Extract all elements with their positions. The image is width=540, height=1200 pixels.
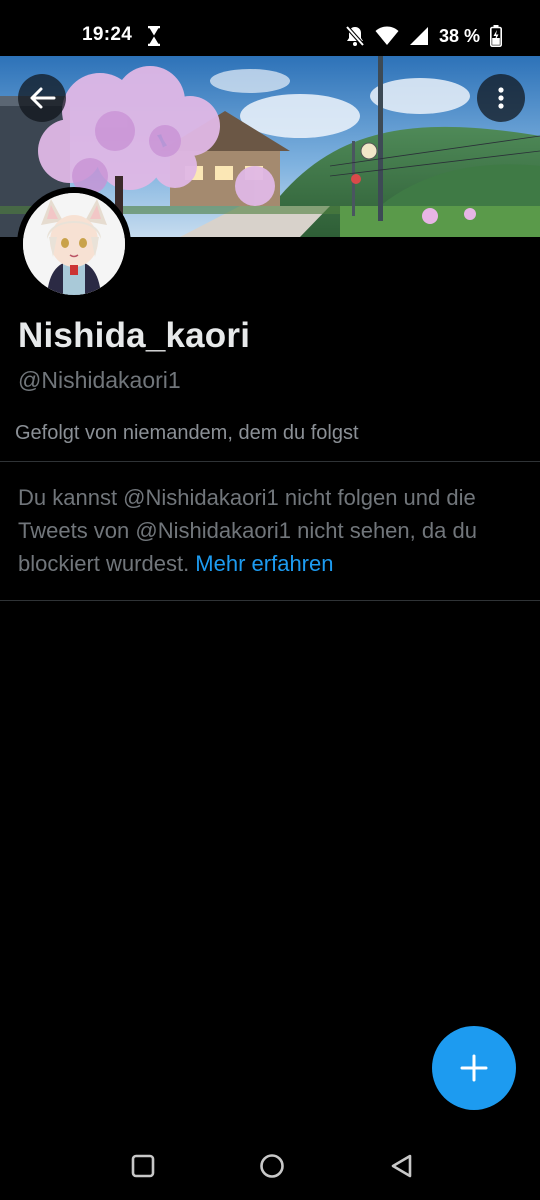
battery-percentage: 38 %: [438, 25, 480, 46]
learn-more-link[interactable]: Mehr erfahren: [195, 551, 333, 576]
bell-muted-icon: [345, 25, 365, 47]
status-time: 19:24: [82, 24, 133, 45]
more-options-button[interactable]: [477, 74, 525, 122]
arrow-left-icon: [30, 87, 56, 109]
avatar-image: [23, 193, 125, 295]
divider: [0, 600, 540, 601]
more-vertical-icon: [498, 87, 504, 109]
wifi-icon: [375, 26, 399, 45]
signal-icon: [409, 27, 428, 45]
plus-icon: [460, 1054, 488, 1082]
back-button[interactable]: [18, 74, 66, 122]
hourglass-icon: [148, 26, 160, 46]
divider: [0, 461, 540, 462]
system-back-button[interactable]: [388, 1152, 416, 1180]
square-icon: [131, 1154, 155, 1178]
triangle-back-icon: [391, 1154, 412, 1178]
display-name: Nishida_kaori: [18, 316, 251, 355]
followed-by-text[interactable]: Gefolgt von niemandem, dem du folgst: [15, 422, 359, 445]
home-button[interactable]: [258, 1152, 286, 1180]
system-navigation-bar: [0, 1130, 540, 1200]
status-icons: 38 %: [345, 22, 502, 50]
circle-icon: [260, 1154, 284, 1178]
recents-button[interactable]: [129, 1152, 157, 1180]
battery-charging-icon: [490, 25, 502, 47]
blocked-message: Du kannst @Nishidakaori1 nicht folgen un…: [18, 481, 523, 580]
compose-tweet-button[interactable]: [432, 1026, 516, 1110]
user-handle: @Nishidakaori1: [18, 367, 181, 393]
profile-avatar[interactable]: [17, 187, 131, 301]
status-bar: 19:24 38 %: [0, 0, 540, 56]
